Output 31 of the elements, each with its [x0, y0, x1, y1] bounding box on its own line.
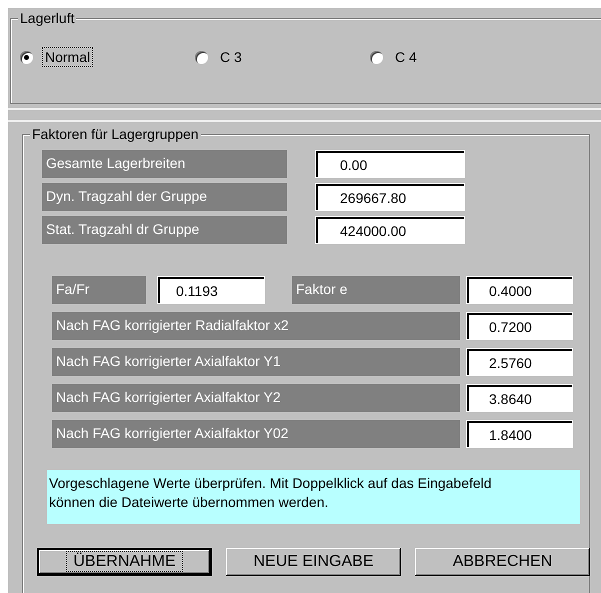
field-label: Stat. Tragzahl dr Gruppe [42, 216, 287, 244]
field-label: Nach FAG korrigierter Radialfaktor x2 [52, 312, 460, 340]
value-field[interactable]: 424000.00 [315, 216, 465, 244]
focus-outline: ÜBERNAHME [67, 552, 182, 571]
field-label: Dyn. Tragzahl der Gruppe [42, 183, 287, 211]
value-field[interactable]: 0.1193 [157, 276, 265, 304]
radio-option[interactable]: C 3 [195, 48, 370, 66]
value-field[interactable]: 0.7200 [466, 312, 573, 340]
field-label: Nach FAG korrigierter Axialfaktor Y2 [52, 384, 460, 412]
radio-dot[interactable] [195, 50, 208, 64]
field-label: Fa/Fr [52, 276, 146, 304]
focus-outline: ABBRECHEN [452, 552, 554, 571]
focus-outline: NEUE EINGABE [252, 552, 375, 571]
field-label: Nach FAG korrigierter Axialfaktor Y02 [52, 420, 460, 448]
field-label: Gesamte Lagerbreiten [42, 150, 287, 178]
dialog-button[interactable]: NEUE EINGABE [226, 548, 401, 576]
radio-option[interactable]: Normal [20, 48, 195, 66]
value-field[interactable]: 269667.80 [315, 183, 465, 211]
value-field[interactable]: 0.4000 [466, 276, 573, 304]
dialog-button[interactable]: ABBRECHEN [415, 548, 590, 576]
radio-dot[interactable] [20, 50, 33, 64]
value-field[interactable]: 3.8640 [466, 384, 573, 412]
info-message: Vorgeschlagene Werte überprüfen. Mit Doppelklick auf das Eingabefeld können die Dateiwerte übernommen werden. [47, 470, 580, 524]
radio-dot[interactable] [370, 50, 383, 64]
value-field[interactable]: 2.5760 [466, 348, 573, 376]
field-label: Faktor e [292, 276, 460, 304]
radio-option[interactable]: C 4 [370, 48, 545, 66]
dialog-button[interactable]: ÜBERNAHME [37, 548, 212, 576]
field-label: Nach FAG korrigierter Axialfaktor Y1 [52, 348, 460, 376]
value-field[interactable]: 0.00 [315, 150, 465, 178]
value-field[interactable]: 1.8400 [466, 420, 573, 448]
